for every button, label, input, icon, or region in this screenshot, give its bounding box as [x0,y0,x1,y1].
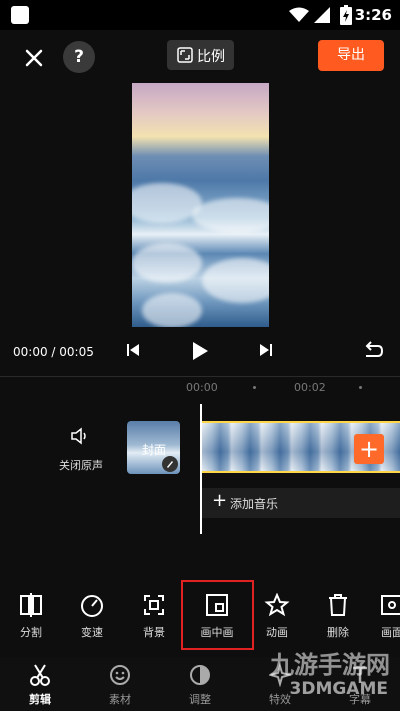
skip-forward-icon[interactable] [258,341,274,359]
battery-icon [340,5,352,25]
speaker-icon[interactable] [70,427,90,445]
nav-edit[interactable]: 剪辑 [13,663,67,706]
notification-icon [11,6,29,24]
video-preview[interactable] [132,83,269,327]
tool-delete[interactable]: 删除 [310,593,366,639]
tool-label: 删除 [327,626,349,639]
ratio-icon [177,47,193,63]
help-button[interactable]: ? [63,41,95,73]
skip-back-icon[interactable] [125,341,141,359]
tool-label: 变速 [81,626,103,639]
tool-background[interactable]: 背景 [126,593,182,639]
ratio-label: 比例 [197,49,225,65]
tool-speed[interactable]: 变速 [64,593,120,639]
highlight-box [181,580,254,650]
nav-sticker[interactable]: 素材 [93,663,147,706]
tool-label: 背景 [143,626,165,639]
background-icon [144,595,164,615]
add-clip-button[interactable]: + [354,434,384,464]
watermark: 九游手游网 [270,650,390,679]
speed-icon [81,595,103,617]
nav-label: 调整 [189,693,211,706]
tool-frame[interactable]: 画面 [364,593,400,639]
nav-label: 素材 [109,693,131,706]
status-time: 3:26 [354,6,392,24]
ruler-tick: 00:00 [186,381,218,394]
add-music-button[interactable]: + 添加音乐 [202,488,400,518]
wifi-icon [289,7,309,22]
nav-label: 剪辑 [29,693,51,706]
edit-icon[interactable] [162,456,178,472]
tool-split[interactable]: 分割 [3,593,59,639]
signal-icon [314,7,330,23]
cover-thumbnail[interactable]: 封面 [127,421,180,474]
mute-original-label[interactable]: 关闭原声 [58,457,104,473]
scissors-icon [30,664,50,686]
export-button[interactable]: 导出 [318,40,384,71]
play-icon[interactable] [190,340,210,362]
timecode: 00:00 / 00:05 [13,345,94,359]
animation-star-icon [264,593,290,617]
ruler-dot [253,386,256,389]
undo-icon[interactable] [362,341,384,361]
trash-icon [329,594,347,616]
nav-adjust[interactable]: 调整 [173,663,227,706]
playhead[interactable] [200,404,202,534]
tool-label: 分割 [20,626,42,639]
tool-animation[interactable]: 动画 [249,593,305,639]
ruler-tick: 00:02 [294,381,326,394]
ruler-divider [0,376,400,377]
ratio-button[interactable]: 比例 [167,40,234,70]
tool-label: 画面 [381,626,400,639]
sticker-icon [110,665,130,685]
close-icon[interactable] [20,44,48,72]
tool-label: 动画 [266,626,288,639]
ruler-dot [359,386,362,389]
add-music-label: 添加音乐 [230,497,279,511]
watermark-sub: 3DMGAME [289,679,389,699]
plus-icon: + [212,490,228,511]
status-bar: 3:26 [0,0,400,30]
split-icon [20,593,42,617]
adjust-icon [190,665,210,685]
frame-icon [381,595,400,615]
